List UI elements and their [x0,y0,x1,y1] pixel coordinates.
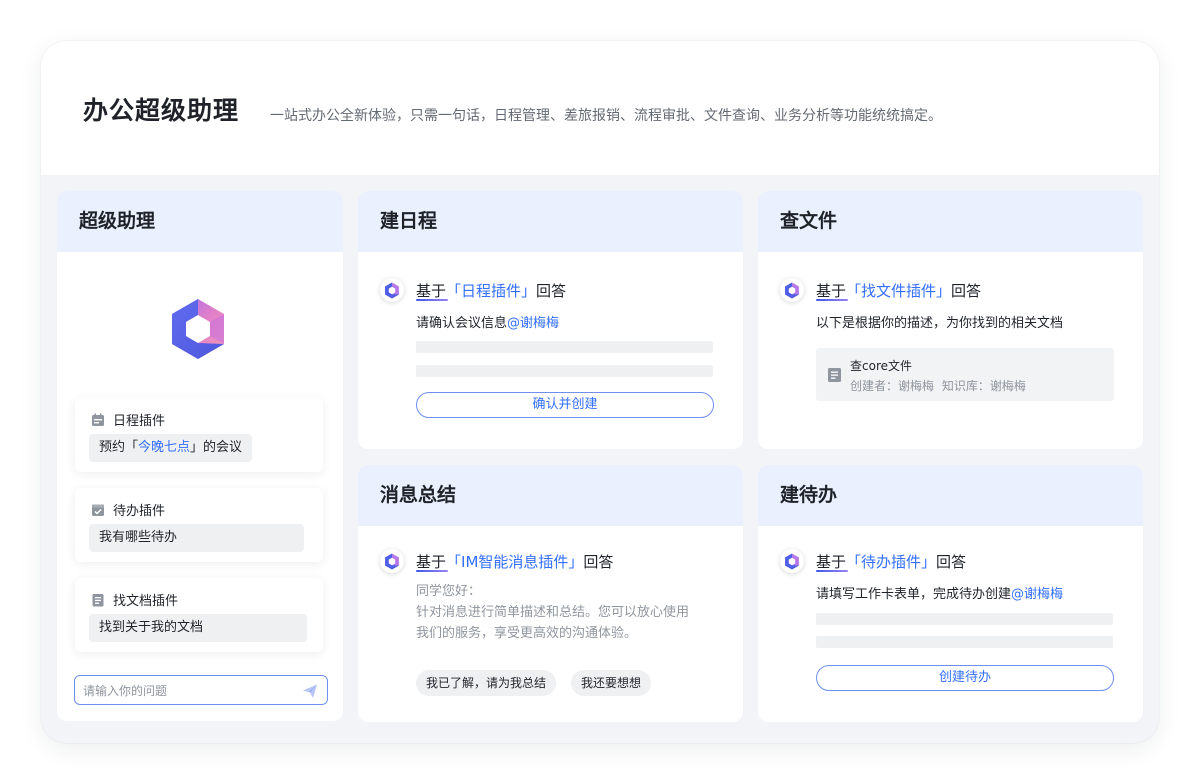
todo-card-title: 建待办 [758,465,1143,526]
reply-source: 基于「待办插件」回答 [816,552,967,571]
page-subtitle: 一站式办公全新体验，只需一句话，日程管理、差旅报销、流程审批、文件查询、业务分析… [270,108,942,124]
summary-body-line: 针对消息进行简单描述和总结。您可以放心使用 [416,605,690,620]
summary-greeting: 同学您好： [416,584,482,599]
plugin-link[interactable]: 「IM智能消息插件」 [446,553,583,571]
summary-card-title: 消息总结 [358,465,743,526]
schedule-card: 建日程 基于「日程插件」回答 请确认会议信息@谢梅梅 确认并创建 [358,191,743,449]
document-icon [828,368,841,382]
document-meta: 创建者：谢梅梅 知识库：谢梅梅 [850,379,1026,393]
plugin-example-query[interactable]: 找到关于我的文档 [89,614,307,642]
files-card: 查文件 基于「找文件插件」回答 以下是根据你的描述，为你找到的相关文档 查cor… [758,191,1143,449]
todo-check-icon [92,504,104,516]
main-panel: 办公超级助理 一站式办公全新体验，只需一句话，日程管理、差旅报销、流程审批、文件… [41,41,1159,743]
plugin-link[interactable]: 「找文件插件」 [846,282,951,300]
plugin-name: 日程插件 [113,414,166,429]
page-title: 办公超级助理 [83,96,240,125]
skeleton-line [416,341,713,353]
assistant-logo-icon [385,553,399,569]
bot-avatar [380,278,404,302]
plugin-card-todo[interactable]: 待办插件 我有哪些待办 [75,488,323,562]
reply-source: 基于「找文件插件」回答 [816,281,982,300]
skeleton-line [816,613,1113,625]
document-name: 查core文件 [850,359,912,373]
send-icon[interactable] [302,683,318,699]
reply-message: 请确认会议信息@谢梅梅 [416,316,560,331]
quick-reply-chip[interactable]: 我已了解，请为我总结 [416,670,557,696]
plugin-card-docs[interactable]: 找文档插件 找到关于我的文档 [75,578,323,652]
plugin-name: 找文档插件 [113,594,179,609]
quick-reply-chip[interactable]: 我还要想想 [571,670,652,696]
plugin-link[interactable]: 「待办插件」 [846,553,936,571]
confirm-create-button[interactable]: 确认并创建 [416,392,714,418]
user-mention[interactable]: @谢梅梅 [507,316,559,331]
summary-card: 消息总结 基于「IM智能消息插件」回答 同学您好： 针对消息进行简单描述和总结。… [358,465,743,722]
skeleton-line [416,365,713,377]
plugin-link[interactable]: 「日程插件」 [446,282,536,300]
reply-message: 请填写工作卡表单，完成待办创建@谢梅梅 [816,587,1064,602]
bot-avatar [780,549,804,573]
bot-avatar [380,549,404,573]
files-card-title: 查文件 [758,191,1143,252]
plugin-card-schedule[interactable]: 日程插件 预约「今晚七点」的会议 [75,398,323,472]
assistant-logo-icon [385,282,399,298]
schedule-card-title: 建日程 [358,191,743,252]
assistant-card-title: 超级助理 [57,191,343,252]
query-highlight: 今晚七点 [138,440,191,455]
summary-body-line: 我们的服务，享受更高效的沟通体验。 [416,626,638,641]
assistant-card: 超级助理 日程插件 预约「今晚七点」的会议 待办插件 我有哪些待办 找文档插件 … [57,191,343,721]
user-mention[interactable]: @谢梅梅 [1011,587,1063,602]
assistant-logo-icon [172,299,224,359]
question-input[interactable]: 请输入你的问题 [74,675,328,705]
create-todo-button[interactable]: 创建待办 [816,665,1114,691]
calendar-icon [92,413,104,426]
document-result[interactable]: 查core文件 创建者：谢梅梅 知识库：谢梅梅 [816,348,1114,401]
document-icon [92,593,104,606]
reply-source: 基于「IM智能消息插件」回答 [416,552,614,571]
assistant-logo-icon [785,553,799,569]
todo-card: 建待办 基于「待办插件」回答 请填写工作卡表单，完成待办创建@谢梅梅 创建待办 [758,465,1143,722]
skeleton-line [816,636,1113,648]
plugin-name: 待办插件 [113,504,166,519]
plugin-example-query[interactable]: 我有哪些待办 [89,524,304,552]
plugin-example-query[interactable]: 预约「今晚七点」的会议 [89,434,253,462]
bot-avatar [780,278,804,302]
reply-source: 基于「日程插件」回答 [416,281,567,300]
question-input-placeholder: 请输入你的问题 [83,684,168,698]
assistant-logo-icon [785,282,799,298]
reply-message: 以下是根据你的描述，为你找到的相关文档 [816,316,1064,331]
hero-header: 办公超级助理 一站式办公全新体验，只需一句话，日程管理、差旅报销、流程审批、文件… [41,41,1159,175]
